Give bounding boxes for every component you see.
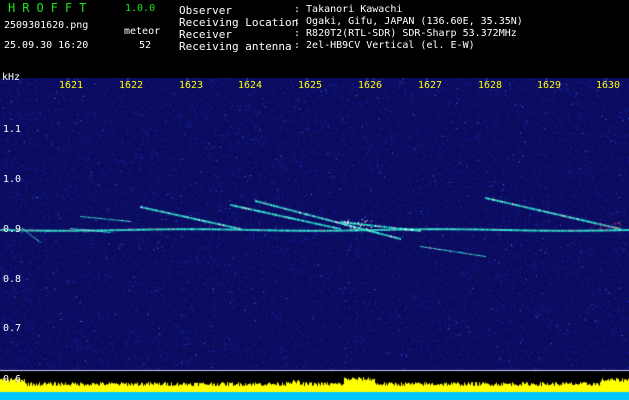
header-panel: HROFFT 1.0.0 2509301620.png 25.09.30 16:… xyxy=(0,0,629,78)
spectrogram-canvas xyxy=(0,78,629,400)
time-tick-label: 1628 xyxy=(478,80,503,91)
capture-datetime: 25.09.30 16:20 xyxy=(4,40,89,51)
info-value: : Takanori Kawachi xyxy=(294,4,403,15)
info-value: : 2el-HB9CV Vertical (el. E-W) xyxy=(294,40,475,51)
app-name: HROFFT xyxy=(8,1,94,15)
info-row-receiver: Receiver : R820T2(RTL-SDR) SDR-Sharp 53.… xyxy=(179,28,619,41)
freq-tick-label: 0.9 xyxy=(3,224,22,235)
frequency-unit-label: kHz xyxy=(2,72,21,83)
time-tick-label: 1630 xyxy=(596,80,621,91)
info-key: Receiving antenna xyxy=(179,40,292,53)
station-info: Observer : Takanori Kawachi Receiving Lo… xyxy=(179,4,619,53)
time-tick-label: 1623 xyxy=(179,80,204,91)
info-value: : Ogaki, Gifu, JAPAN (136.60E, 35.35N) xyxy=(294,16,523,27)
meteor-count: 52 xyxy=(139,40,152,51)
freq-tick-label: 0.8 xyxy=(3,274,22,285)
freq-tick-label: 0.7 xyxy=(3,323,22,334)
time-tick-label: 1626 xyxy=(358,80,383,91)
info-row-observer: Observer : Takanori Kawachi xyxy=(179,4,619,17)
info-row-antenna: Receiving antenna : 2el-HB9CV Vertical (… xyxy=(179,40,619,53)
time-tick-label: 1621 xyxy=(59,80,84,91)
time-tick-label: 1622 xyxy=(119,80,144,91)
app-version: 1.0.0 xyxy=(125,3,156,14)
info-value: : R820T2(RTL-SDR) SDR-Sharp 53.372MHz xyxy=(294,28,517,39)
file-name: 2509301620.png xyxy=(4,20,89,31)
info-row-location: Receiving Location : Ogaki, Gifu, JAPAN … xyxy=(179,16,619,29)
mode-label: meteor xyxy=(124,26,161,37)
time-tick-label: 1627 xyxy=(418,80,443,91)
freq-tick-label: 1.1 xyxy=(3,124,22,135)
freq-tick-label: 1.0 xyxy=(3,174,22,185)
time-tick-label: 1625 xyxy=(298,80,323,91)
freq-tick-label: 0.6 xyxy=(3,374,22,385)
time-tick-label: 1624 xyxy=(238,80,263,91)
time-tick-label: 1629 xyxy=(537,80,562,91)
